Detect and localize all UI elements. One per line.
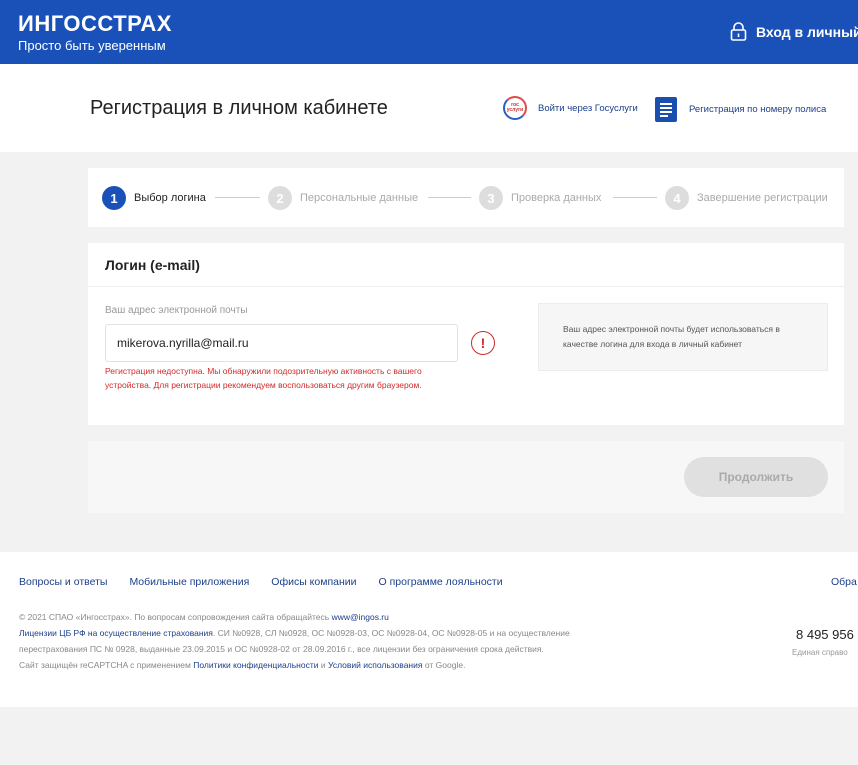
policy-registration-link[interactable]: Регистрация по номеру полиса — [655, 97, 826, 122]
email-label: Ваш адрес электронной почты — [105, 305, 248, 316]
form-actions: Продолжить — [88, 441, 844, 513]
login-form-card: Логин (e-mail) Ваш адрес электронной поч… — [88, 243, 844, 425]
gosuslugi-icon: гос услуги — [503, 96, 527, 120]
step-number: 2 — [268, 186, 292, 210]
step-number: 4 — [665, 186, 689, 210]
footer-link-offices[interactable]: Офисы компании — [271, 576, 356, 588]
recaptcha-line: Сайт защищён reCAPTCHA с применением Пол… — [19, 657, 579, 673]
gosuslugi-link[interactable]: гос услуги Войти через Госуслуги — [503, 96, 638, 120]
page-title: Регистрация в личном кабинете — [90, 97, 388, 119]
recaptcha-suffix: от Google. — [424, 660, 466, 670]
licenses-block: Лицензии ЦБ РФ на осуществление страхова… — [19, 625, 579, 657]
step-divider — [613, 197, 657, 198]
recaptcha-and: и — [320, 660, 326, 670]
title-band: Регистрация в личном кабинете гос услуги… — [0, 64, 858, 152]
gosuslugi-label: Войти через Госуслуги — [538, 102, 638, 114]
step-divider — [215, 197, 260, 198]
recaptcha-prefix: Сайт защищён reCAPTCHA с применением — [19, 660, 191, 670]
policy-registration-label: Регистрация по номеру полиса — [689, 104, 827, 115]
phone-number[interactable]: 8 495 956 — [796, 627, 854, 642]
terms-link[interactable]: Условий использования — [328, 660, 423, 670]
support-email-link[interactable]: www@ingos.ru — [332, 612, 389, 622]
form-heading: Логин (e-mail) — [88, 243, 844, 287]
footer-link-faq[interactable]: Вопросы и ответы — [19, 576, 107, 588]
privacy-policy-link[interactable]: Политики конфиденциальности — [193, 660, 318, 670]
phone-note: Единая справо — [792, 648, 848, 657]
footer-nav: Вопросы и ответы Мобильные приложения Оф… — [19, 576, 503, 588]
error-icon: ! — [471, 331, 495, 355]
step-4: 4 Завершение регистрации — [665, 186, 828, 210]
error-message: Регистрация недоступна. Мы обнаружили по… — [105, 366, 422, 390]
brand-tagline: Просто быть уверенным — [18, 38, 166, 53]
step-label: Персональные данные — [300, 192, 419, 204]
footer-link-loyalty[interactable]: О программе лояльности — [379, 576, 503, 588]
footer: Вопросы и ответы Мобильные приложения Оф… — [0, 552, 858, 707]
step-1: 1 Выбор логина — [102, 186, 206, 210]
login-link[interactable]: Вход в личный — [730, 22, 858, 41]
footer-link-feedback[interactable]: Обра — [831, 576, 857, 588]
continue-button[interactable]: Продолжить — [684, 457, 828, 497]
step-label: Завершение регистрации — [697, 192, 828, 204]
document-icon — [655, 97, 677, 122]
lock-icon — [730, 22, 747, 41]
footer-link-apps[interactable]: Мобильные приложения — [129, 576, 249, 588]
step-divider — [428, 197, 471, 198]
legal-text: © 2021 СПАО «Ингосстрах». По вопросам со… — [19, 609, 579, 673]
step-3: 3 Проверка данных — [479, 186, 601, 210]
registration-steps: 1 Выбор логина 2 Персональные данные 3 П… — [88, 168, 844, 227]
copyright-line: © 2021 СПАО «Ингосстрах». По вопросам со… — [19, 609, 579, 625]
step-label: Проверка данных — [511, 192, 602, 204]
licenses-link[interactable]: Лицензии ЦБ РФ на осуществление страхова… — [19, 628, 213, 638]
brand-name: ИНГОССТРАХ — [18, 11, 172, 36]
step-label: Выбор логина — [134, 192, 206, 204]
step-number: 3 — [479, 186, 503, 210]
brand-logo[interactable]: ИНГОССТРАХ Просто быть уверенным — [18, 12, 172, 54]
email-hint: Ваш адрес электронной почты будет исполь… — [538, 303, 828, 371]
step-number: 1 — [102, 186, 126, 210]
step-2: 2 Персональные данные — [268, 186, 418, 210]
email-field[interactable] — [105, 324, 458, 362]
top-bar: ИНГОССТРАХ Просто быть уверенным Вход в … — [0, 0, 858, 64]
login-label: Вход в личный — [756, 23, 858, 40]
copyright-text: © 2021 СПАО «Ингосстрах». По вопросам со… — [19, 612, 330, 622]
